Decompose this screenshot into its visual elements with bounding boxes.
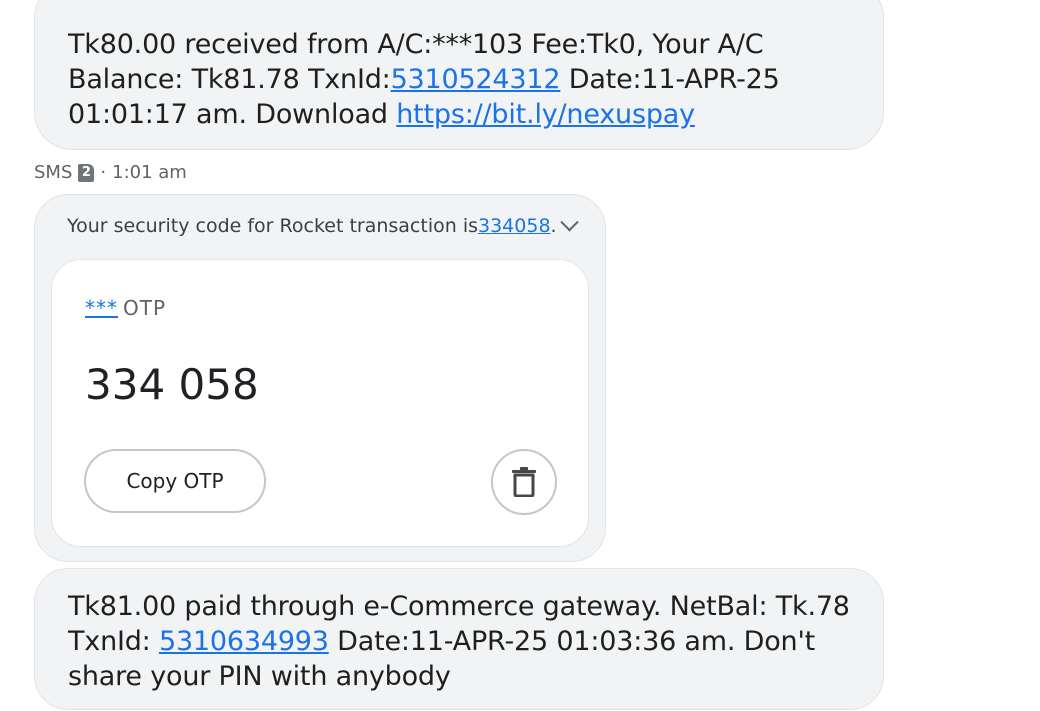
message-meta: SMS 2 · 1:01 am (34, 162, 187, 183)
otp-code: 334 058 (85, 360, 259, 409)
otp-sender-mask-link[interactable]: *** (85, 296, 118, 320)
sim-card-icon: 2 (78, 163, 95, 182)
message-time: 1:01 am (112, 162, 187, 183)
meta-separator: · (100, 162, 107, 183)
message-text: Tk80.00 received from A/C:***103 Fee:Tk0… (68, 27, 868, 132)
otp-card: *** OTP 334 058 Copy OTP (51, 259, 589, 547)
message-type-label: SMS (34, 162, 73, 183)
chevron-down-icon[interactable] (559, 212, 579, 231)
message-bubble-received-1[interactable]: Tk80.00 received from A/C:***103 Fee:Tk0… (34, 0, 884, 150)
download-link[interactable]: https://bit.ly/nexuspay (396, 99, 695, 130)
otp-sender-label: OTP (123, 296, 167, 320)
message-text: Tk81.00 paid through e-Commerce gateway.… (68, 589, 868, 694)
otp-preview-code-link[interactable]: 334058 (478, 215, 551, 237)
message-bubble-received-3[interactable]: Tk81.00 paid through e-Commerce gateway.… (34, 568, 884, 710)
otp-preview-text[interactable]: Your security code for Rocket transactio… (67, 212, 579, 237)
txn-id-link[interactable]: 5310634993 (159, 626, 329, 657)
trash-icon (512, 467, 536, 497)
message-bubble-otp[interactable]: Your security code for Rocket transactio… (34, 194, 606, 562)
copy-otp-button[interactable]: Copy OTP (84, 449, 266, 513)
delete-button[interactable] (491, 449, 557, 515)
txn-id-link[interactable]: 5310524312 (391, 64, 561, 95)
otp-preview-label: Your security code for Rocket transactio… (67, 215, 478, 237)
otp-preview-end: . (550, 215, 557, 237)
otp-sender: *** OTP (85, 296, 166, 320)
